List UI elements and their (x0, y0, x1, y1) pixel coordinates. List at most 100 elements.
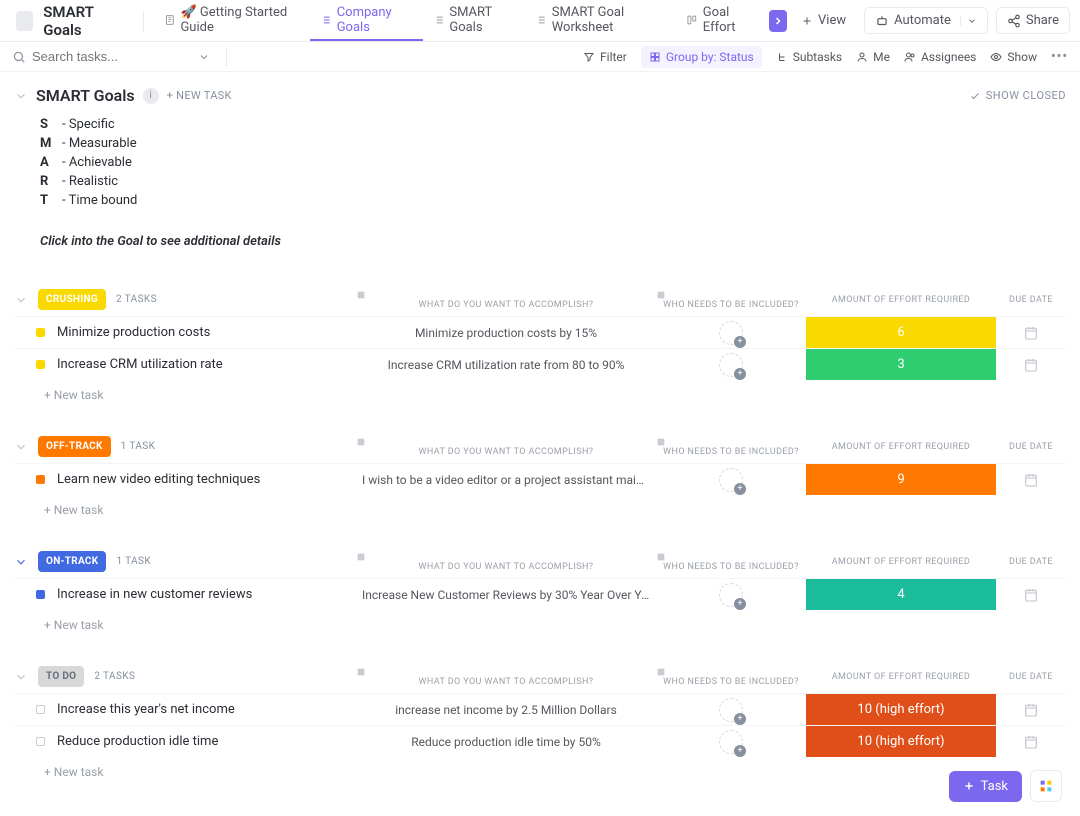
task-row[interactable]: Learn new video editing techniques I wis… (14, 463, 1066, 495)
task-accomplish[interactable]: I wish to be a video editor or a project… (356, 473, 656, 487)
automate-button[interactable]: Automate (864, 7, 988, 34)
task-row[interactable]: Reduce production idle time Reduce produ… (14, 725, 1066, 757)
col-effort[interactable]: AMOUNT OF EFFORT REQUIRED (806, 672, 996, 682)
col-who[interactable]: WHO NEEDS TO BE INCLUDED? (656, 437, 806, 457)
col-effort[interactable]: AMOUNT OF EFFORT REQUIRED (806, 557, 996, 567)
task-name[interactable]: Learn new video editing techniques (57, 472, 356, 487)
task-assignee[interactable] (656, 468, 806, 492)
task-due[interactable] (996, 734, 1066, 750)
col-due[interactable]: DUE DATE (996, 442, 1066, 452)
new-task-button[interactable]: + New task (14, 495, 1066, 517)
status-square-icon[interactable] (36, 475, 45, 484)
task-assignee[interactable] (656, 321, 806, 345)
task-effort[interactable]: 10 (high effort) (806, 726, 996, 757)
task-assignee[interactable] (656, 730, 806, 754)
subtasks-button[interactable]: Subtasks (776, 50, 842, 64)
chevron-down-icon[interactable] (14, 89, 28, 103)
new-task-button[interactable]: + New task (14, 610, 1066, 632)
task-due[interactable] (996, 702, 1066, 718)
status-pill[interactable]: TO DO (38, 666, 84, 687)
status-square-icon[interactable] (36, 590, 45, 599)
tab-goal-effort[interactable]: Goal Effort (676, 0, 764, 41)
show-closed-button[interactable]: SHOW CLOSED (969, 89, 1066, 102)
assignee-placeholder-icon[interactable] (719, 583, 743, 607)
share-button[interactable]: Share (996, 7, 1070, 34)
show-button[interactable]: Show (990, 50, 1037, 64)
status-square-icon[interactable] (36, 737, 45, 746)
tab-smart-goals[interactable]: SMART Goals (423, 0, 525, 41)
assignee-placeholder-icon[interactable] (719, 698, 743, 722)
search-input[interactable] (32, 49, 152, 64)
more-button[interactable]: ••• (1051, 49, 1068, 64)
automate-caret[interactable] (960, 16, 983, 26)
col-accomplish[interactable]: WHAT DO YOU WANT TO ACCOMPLISH? (356, 552, 656, 572)
filter-button[interactable]: Filter (583, 50, 627, 64)
task-assignee[interactable] (656, 583, 806, 607)
assignees-button[interactable]: Assignees (904, 50, 976, 64)
task-accomplish[interactable]: Increase New Customer Reviews by 30% Yea… (356, 588, 656, 602)
task-effort[interactable]: 9 (806, 464, 996, 495)
task-assignee[interactable] (656, 353, 806, 377)
task-name[interactable]: Increase CRM utilization rate (57, 357, 356, 372)
col-who[interactable]: WHO NEEDS TO BE INCLUDED? (656, 552, 806, 572)
new-task-button[interactable]: + New task (14, 757, 1066, 779)
info-icon[interactable]: i (143, 88, 159, 104)
task-effort[interactable]: 6 (806, 317, 996, 348)
col-who[interactable]: WHO NEEDS TO BE INCLUDED? (656, 667, 806, 687)
chevron-down-icon[interactable] (198, 51, 210, 63)
col-accomplish[interactable]: WHAT DO YOU WANT TO ACCOMPLISH? (356, 437, 656, 457)
tab-getting-started[interactable]: 🚀 Getting Started Guide (154, 0, 310, 41)
task-due[interactable] (996, 587, 1066, 603)
task-accomplish[interactable]: Minimize production costs by 15% (356, 326, 656, 340)
col-due[interactable]: DUE DATE (996, 672, 1066, 682)
col-accomplish[interactable]: WHAT DO YOU WANT TO ACCOMPLISH? (356, 667, 656, 687)
task-name[interactable]: Increase in new customer reviews (57, 587, 356, 602)
add-view-button[interactable]: View (791, 8, 856, 33)
tabs-next-button[interactable] (769, 10, 787, 32)
status-pill[interactable]: CRUSHING (38, 289, 106, 310)
chevron-down-icon[interactable] (14, 440, 28, 454)
task-row[interactable]: Increase CRM utilization rate Increase C… (14, 348, 1066, 380)
assignee-placeholder-icon[interactable] (719, 468, 743, 492)
assignee-placeholder-icon[interactable] (719, 730, 743, 754)
task-row[interactable]: Minimize production costs Minimize produ… (14, 316, 1066, 348)
chevron-down-icon[interactable] (14, 555, 28, 569)
app-launcher-button[interactable] (1030, 770, 1062, 802)
status-pill[interactable]: ON-TRACK (38, 551, 106, 572)
task-effort[interactable]: 3 (806, 349, 996, 380)
col-due[interactable]: DUE DATE (996, 295, 1066, 305)
new-task-button[interactable]: + New task (14, 380, 1066, 402)
task-name[interactable]: Minimize production costs (57, 325, 356, 340)
col-who[interactable]: WHO NEEDS TO BE INCLUDED? (656, 290, 806, 310)
assignee-placeholder-icon[interactable] (719, 321, 743, 345)
task-row[interactable]: Increase this year's net income increase… (14, 693, 1066, 725)
task-accomplish[interactable]: Reduce production idle time by 50% (356, 735, 656, 749)
tab-company-goals[interactable]: Company Goals (310, 0, 423, 41)
task-name[interactable]: Reduce production idle time (57, 734, 356, 749)
tab-worksheet[interactable]: SMART Goal Worksheet (525, 0, 676, 41)
col-effort[interactable]: AMOUNT OF EFFORT REQUIRED (806, 442, 996, 452)
col-due[interactable]: DUE DATE (996, 557, 1066, 567)
task-accomplish[interactable]: increase net income by 2.5 Million Dolla… (356, 703, 656, 717)
assignee-placeholder-icon[interactable] (719, 353, 743, 377)
status-square-icon[interactable] (36, 328, 45, 337)
col-effort[interactable]: AMOUNT OF EFFORT REQUIRED (806, 295, 996, 305)
group-by-button[interactable]: Group by: Status (641, 46, 762, 68)
task-effort[interactable]: 10 (high effort) (806, 694, 996, 725)
status-square-icon[interactable] (36, 360, 45, 369)
col-accomplish[interactable]: WHAT DO YOU WANT TO ACCOMPLISH? (356, 290, 656, 310)
chevron-down-icon[interactable] (14, 670, 28, 684)
new-task-header-button[interactable]: + NEW TASK (167, 89, 232, 102)
new-task-fab[interactable]: Task (949, 771, 1022, 802)
task-name[interactable]: Increase this year's net income (57, 702, 356, 717)
task-assignee[interactable] (656, 698, 806, 722)
status-pill[interactable]: OFF-TRACK (38, 436, 111, 457)
task-due[interactable] (996, 357, 1066, 373)
task-due[interactable] (996, 472, 1066, 488)
status-square-icon[interactable] (36, 705, 45, 714)
task-effort[interactable]: 4 (806, 579, 996, 610)
task-row[interactable]: Increase in new customer reviews Increas… (14, 578, 1066, 610)
me-button[interactable]: Me (856, 50, 890, 64)
task-accomplish[interactable]: Increase CRM utilization rate from 80 to… (356, 358, 656, 372)
chevron-down-icon[interactable] (14, 293, 28, 307)
